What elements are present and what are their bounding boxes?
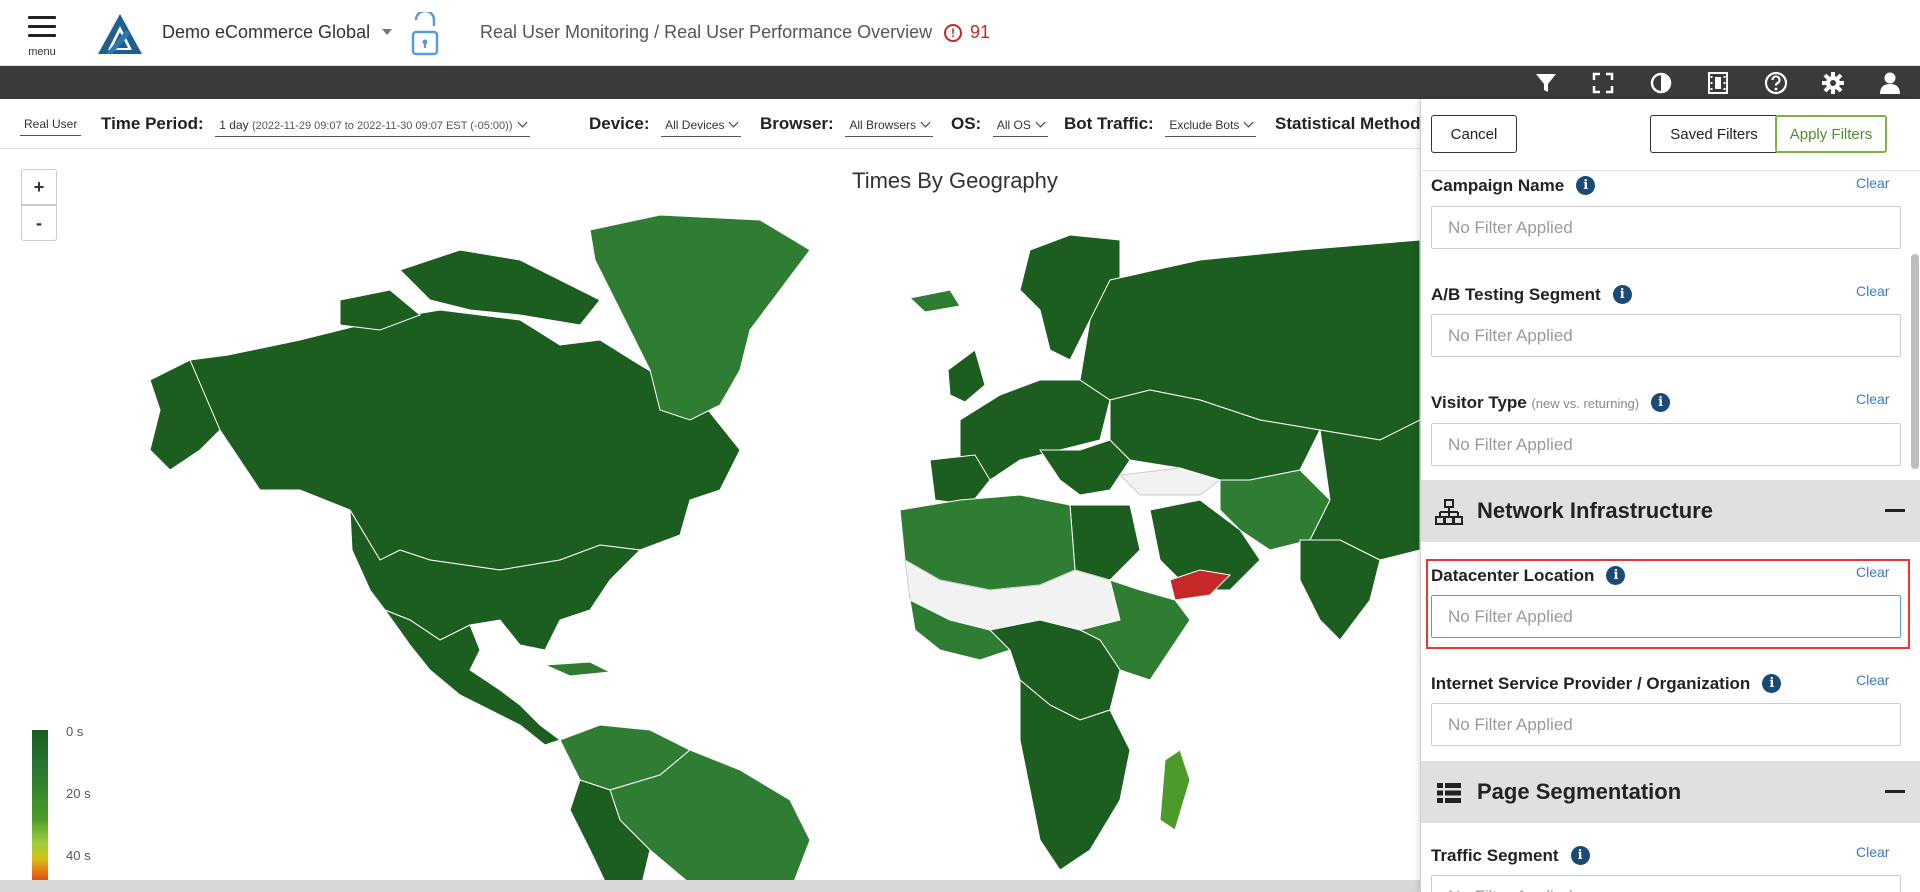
country-iceland xyxy=(908,289,961,313)
campaign-name-input[interactable] xyxy=(1431,206,1901,249)
info-icon[interactable]: i xyxy=(1762,674,1782,693)
alert-icon: ! xyxy=(944,24,962,42)
visitor-type-sublabel: (new vs. returning) xyxy=(1531,396,1640,411)
legend-label-0: 0 s xyxy=(66,724,84,739)
alert-indicator[interactable]: ! 91 xyxy=(944,22,990,43)
device-label: Device: xyxy=(589,114,650,133)
chevron-down-icon xyxy=(1243,117,1254,128)
datacenter-location-input[interactable] xyxy=(1431,595,1901,638)
country-madagascar xyxy=(1159,749,1191,831)
chevron-down-icon xyxy=(920,117,931,128)
chevron-down-icon xyxy=(729,117,739,128)
browser-label: Browser: xyxy=(760,114,834,133)
time-period-label: Time Period: xyxy=(101,114,204,133)
visitor-type-clear[interactable]: Clear xyxy=(1856,391,1889,407)
isp-input[interactable] xyxy=(1431,703,1901,746)
legend-label-20: 20 s xyxy=(66,786,91,801)
fullscreen-icon[interactable] xyxy=(1590,70,1616,96)
collapse-icon[interactable] xyxy=(1885,509,1905,512)
info-icon[interactable]: i xyxy=(1651,393,1671,412)
app-title[interactable]: Demo eCommerce Global xyxy=(162,22,370,43)
bot-traffic-select[interactable]: Exclude Bots xyxy=(1165,117,1257,137)
list-icon xyxy=(1437,783,1461,803)
user-icon[interactable] xyxy=(1877,70,1903,96)
browser-value: All Browsers xyxy=(849,118,916,132)
toolbar xyxy=(0,66,1920,99)
top-header: menu Demo eCommerce Global Real User Mon… xyxy=(0,0,1920,66)
device-value: All Devices xyxy=(665,118,725,132)
info-icon[interactable]: i xyxy=(1612,285,1632,304)
datacenter-location-clear[interactable]: Clear xyxy=(1856,564,1889,580)
filter-panel-header: Cancel Saved Filters Apply Filters xyxy=(1421,99,1920,171)
film-icon[interactable] xyxy=(1705,70,1731,96)
country-egypt xyxy=(1069,504,1141,581)
page-segmentation-title: Page Segmentation xyxy=(1477,779,1682,804)
country-india xyxy=(1299,539,1381,641)
campaign-name-label: Campaign Name i xyxy=(1431,176,1596,196)
ab-testing-segment-label: A/B Testing Segment i xyxy=(1431,285,1632,305)
country-cuba xyxy=(544,661,612,677)
color-legend xyxy=(32,730,48,890)
world-map[interactable] xyxy=(0,150,1420,892)
unlock-icon[interactable] xyxy=(410,12,440,56)
country-china-east xyxy=(1309,419,1420,561)
cancel-button[interactable]: Cancel xyxy=(1431,115,1517,153)
time-period-select[interactable]: 1 day (2022-11-29 09:07 to 2022-11-30 09… xyxy=(215,117,530,137)
filter-bar: Real User Time Period: 1 day (2022-11-29… xyxy=(0,99,1420,149)
visitor-type-label: Visitor Type (new vs. returning) i xyxy=(1431,393,1671,413)
app-logo xyxy=(98,14,142,54)
os-value: All OS xyxy=(996,118,1031,132)
chevron-down-icon xyxy=(1035,117,1046,128)
traffic-segment-label: Traffic Segment i xyxy=(1431,846,1590,866)
country-uk xyxy=(947,349,986,403)
isp-label: Internet Service Provider / Organization… xyxy=(1431,674,1782,694)
network-infrastructure-title: Network Infrastructure xyxy=(1477,498,1713,523)
map-title: Times By Geography xyxy=(852,168,1058,193)
ab-testing-segment-clear[interactable]: Clear xyxy=(1856,283,1889,299)
settings-icon[interactable] xyxy=(1820,70,1846,96)
horizontal-scrollbar[interactable] xyxy=(0,880,1420,892)
collapse-icon[interactable] xyxy=(1885,790,1905,793)
network-infrastructure-section[interactable]: Network Infrastructure xyxy=(1421,480,1920,542)
device-select[interactable]: All Devices xyxy=(661,117,742,137)
bot-traffic-label: Bot Traffic: xyxy=(1064,114,1154,133)
chevron-down-icon xyxy=(517,117,527,128)
menu-label: menu xyxy=(28,46,56,58)
statistical-method-label[interactable]: Statistical Method xyxy=(1275,114,1420,133)
datacenter-location-label: Datacenter Location i xyxy=(1431,566,1626,586)
zoom-in-button[interactable]: + xyxy=(21,169,57,205)
browser-select[interactable]: All Browsers xyxy=(845,117,933,137)
page-segmentation-section[interactable]: Page Segmentation xyxy=(1421,761,1920,823)
os-select[interactable]: All OS xyxy=(992,117,1048,137)
bot-traffic-value: Exclude Bots xyxy=(1169,118,1240,132)
filter-panel: Cancel Saved Filters Apply Filters Campa… xyxy=(1420,99,1920,892)
panel-scrollbar[interactable] xyxy=(1911,254,1919,469)
saved-filters-button[interactable]: Saved Filters xyxy=(1650,115,1778,153)
menu-button[interactable]: menu xyxy=(20,12,64,60)
visitor-type-input[interactable] xyxy=(1431,423,1901,466)
os-label: OS: xyxy=(951,114,982,133)
mode-select[interactable]: Real User xyxy=(20,117,82,136)
apply-filters-button[interactable]: Apply Filters xyxy=(1775,115,1887,153)
alert-count: 91 xyxy=(970,22,991,42)
legend-label-40: 40 s xyxy=(66,848,91,863)
network-icon xyxy=(1435,499,1463,525)
info-icon[interactable]: i xyxy=(1570,846,1590,865)
breadcrumb: Real User Monitoring / Real User Perform… xyxy=(480,22,933,42)
isp-clear[interactable]: Clear xyxy=(1856,672,1889,688)
campaign-name-clear[interactable]: Clear xyxy=(1856,175,1889,191)
contrast-icon[interactable] xyxy=(1648,70,1674,96)
info-icon[interactable]: i xyxy=(1576,176,1596,195)
filter-icon[interactable] xyxy=(1533,70,1559,96)
traffic-segment-clear[interactable]: Clear xyxy=(1856,844,1889,860)
traffic-segment-input[interactable] xyxy=(1431,875,1901,892)
zoom-out-button[interactable]: - xyxy=(21,205,57,241)
help-icon[interactable] xyxy=(1763,70,1789,96)
app-switcher-caret-icon[interactable] xyxy=(382,29,392,35)
info-icon[interactable]: i xyxy=(1606,566,1626,585)
time-period-value: 1 day xyxy=(219,118,249,132)
map-panel: Times By Geography + - 0 s 20 s 40 s xyxy=(0,150,1420,892)
ab-testing-segment-input[interactable] xyxy=(1431,314,1901,357)
time-period-range: (2022-11-29 09:07 to 2022-11-30 09:07 ES… xyxy=(251,120,513,132)
